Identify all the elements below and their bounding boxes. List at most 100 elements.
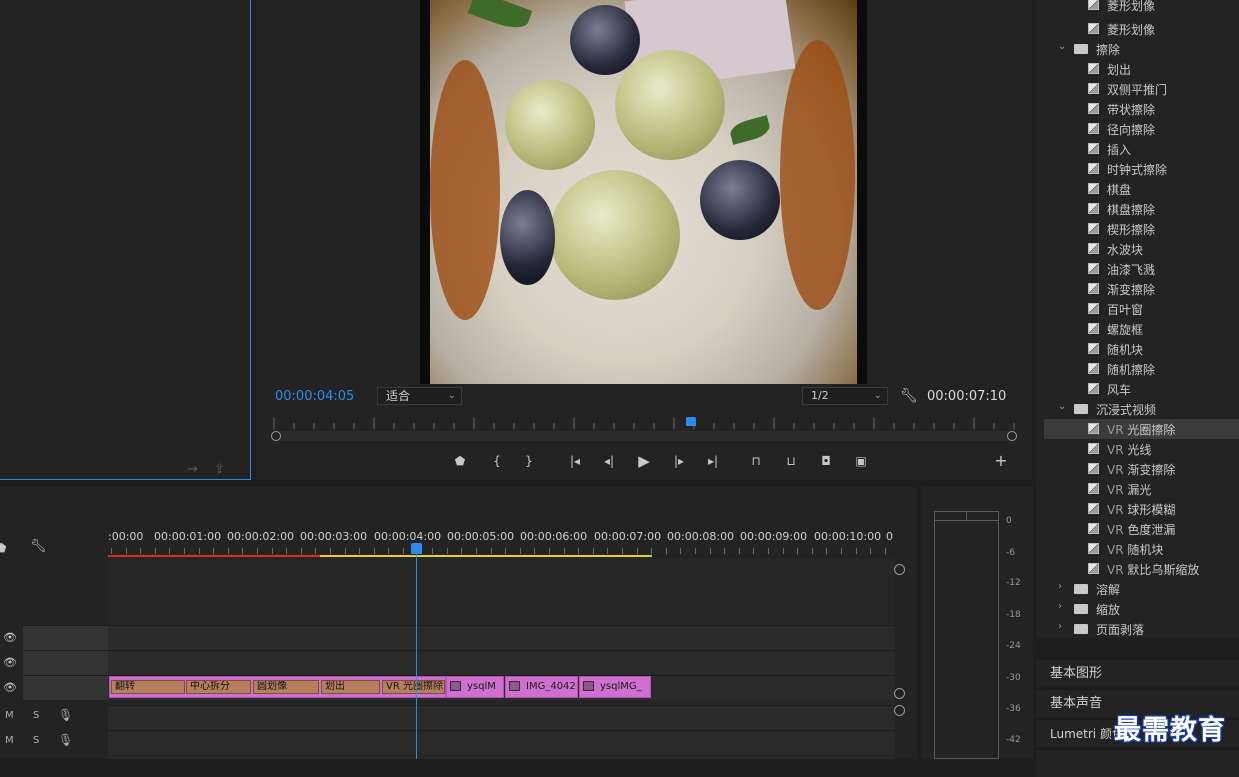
effect-item[interactable]: 插入: [1044, 139, 1239, 159]
effect-item[interactable]: 螺旋框: [1044, 319, 1239, 339]
microphone-icon[interactable]: 🎙︎: [58, 733, 73, 747]
eye-icon[interactable]: 👁︎: [3, 681, 17, 694]
chevron-right-icon[interactable]: ›: [1058, 621, 1062, 632]
mute-button[interactable]: M: [5, 735, 14, 746]
effect-item-vr[interactable]: VR 球形模糊: [1044, 499, 1239, 519]
folder-icon: [1074, 604, 1088, 614]
panel-basic-graphics[interactable]: 基本图形: [1036, 659, 1239, 687]
add-button[interactable]: +: [990, 452, 1012, 470]
mark-in-button[interactable]: {: [486, 452, 508, 470]
transition-clip[interactable]: 圆划像: [253, 680, 319, 694]
add-marker-button[interactable]: ⬟: [449, 452, 471, 470]
effect-item-vr[interactable]: VR 渐变擦除: [1044, 459, 1239, 479]
effect-item-vr[interactable]: VR 光线: [1044, 439, 1239, 459]
chevron-right-icon[interactable]: ›: [1058, 581, 1062, 592]
effect-item[interactable]: 双侧平推门: [1044, 79, 1239, 99]
effect-item[interactable]: 划出: [1044, 59, 1239, 79]
transition-clip[interactable]: 划出: [321, 680, 380, 694]
folder-collapsed[interactable]: › 溶解: [1044, 579, 1239, 599]
db-label: -36: [1006, 704, 1021, 714]
effect-label: 光圈擦除: [1127, 423, 1176, 437]
comparison-view-button[interactable]: ▣: [850, 452, 872, 470]
effect-item[interactable]: 随机块: [1044, 339, 1239, 359]
panel-next[interactable]: [1036, 749, 1239, 777]
effect-item[interactable]: 渐变擦除: [1044, 279, 1239, 299]
effect-item-vr[interactable]: VR 漏光: [1044, 479, 1239, 499]
step-forward-button[interactable]: |▸: [668, 452, 690, 470]
effect-item[interactable]: 带状擦除: [1044, 99, 1239, 119]
folder-collapsed[interactable]: › 页面剥落: [1044, 619, 1239, 639]
camera-icon[interactable]: ◘: [815, 452, 837, 470]
chevron-down-icon[interactable]: ⌄: [1058, 401, 1066, 412]
eye-icon[interactable]: 👁︎: [3, 656, 17, 669]
solo-button[interactable]: S: [33, 710, 39, 721]
monitor-time-ruler[interactable]: [268, 416, 1018, 430]
effect-item[interactable]: 径向擦除: [1044, 119, 1239, 139]
effect-item[interactable]: 时钟式擦除: [1044, 159, 1239, 179]
video-clip[interactable]: IMG_4042: [505, 676, 578, 698]
effect-item[interactable]: 随机擦除: [1044, 359, 1239, 379]
settings-wrench-icon[interactable]: 🔧︎: [900, 388, 918, 404]
folder-collapsed[interactable]: › 缩放: [1044, 599, 1239, 619]
effect-item-vr[interactable]: VR 随机块: [1044, 539, 1239, 559]
track-header-v3[interactable]: [23, 625, 108, 650]
resolution-select[interactable]: 1/2 ⌄: [802, 387, 888, 405]
scroll-handle[interactable]: [894, 688, 905, 699]
transition-clip[interactable]: 中心拆分: [186, 680, 251, 694]
scroll-start-handle[interactable]: [271, 431, 281, 441]
lift-button[interactable]: ⊓: [745, 452, 767, 470]
effect-item[interactable]: 棋盘擦除: [1044, 199, 1239, 219]
folder-immersive[interactable]: ⌄ 沉浸式视频: [1044, 399, 1239, 419]
effect-item-vr[interactable]: VR 光圈擦除: [1044, 419, 1239, 439]
effect-item[interactable]: 油漆飞溅: [1044, 259, 1239, 279]
solo-button[interactable]: S: [33, 735, 39, 746]
transition-clip[interactable]: 翻转: [111, 680, 185, 694]
effect-item[interactable]: 菱形划像: [1044, 19, 1239, 39]
timeline-vertical-scrollbar[interactable]: [894, 564, 906, 759]
timeline-playhead[interactable]: [411, 543, 422, 554]
track-header-v2[interactable]: [23, 650, 108, 675]
fit-select[interactable]: 适合 ⌄: [377, 387, 462, 405]
mark-out-button[interactable]: }: [518, 452, 540, 470]
effect-item-vr[interactable]: VR 色度泄漏: [1044, 519, 1239, 539]
timeline-ruler[interactable]: :00:00 00:00:01:00 00:00:02:00 00:00:03:00 0…: [108, 524, 895, 558]
track-v3[interactable]: [108, 625, 895, 650]
effect-label: 随机块: [1127, 543, 1164, 557]
track-header-v1[interactable]: [23, 675, 108, 700]
effect-item-vr[interactable]: VR 默比乌斯缩放: [1044, 559, 1239, 579]
track-a2[interactable]: [108, 730, 895, 755]
folder-wipe[interactable]: ⌄ 擦除: [1044, 39, 1239, 59]
track-a1[interactable]: [108, 705, 895, 730]
effect-item[interactable]: 百叶窗: [1044, 299, 1239, 319]
chevron-down-icon[interactable]: ⌄: [1058, 41, 1066, 52]
ruler-label: 00:00:10:00: [814, 530, 882, 543]
go-to-out-button[interactable]: ▸|: [702, 452, 724, 470]
play-button[interactable]: ▶: [633, 452, 655, 470]
microphone-icon[interactable]: 🎙︎: [58, 708, 73, 722]
extract-button[interactable]: ⊔: [780, 452, 802, 470]
scroll-handle[interactable]: [894, 564, 905, 575]
mute-button[interactable]: M: [5, 710, 14, 721]
scroll-end-handle[interactable]: [1007, 431, 1017, 441]
go-to-in-button[interactable]: |◂: [564, 452, 586, 470]
effect-item[interactable]: 菱形划像: [1044, 0, 1239, 15]
insert-icon[interactable]: ⇝: [187, 462, 198, 477]
wrench-icon[interactable]: 🔧︎: [30, 539, 47, 554]
export-icon[interactable]: ⇪: [214, 462, 225, 477]
video-clip[interactable]: ysqlM: [446, 676, 504, 698]
effect-item[interactable]: 棋盘: [1044, 179, 1239, 199]
effect-item[interactable]: 水波块: [1044, 239, 1239, 259]
transition-clip[interactable]: VR 光圈擦除: [382, 680, 445, 694]
marker-icon[interactable]: ⬟: [0, 541, 6, 555]
monitor-playhead[interactable]: [686, 417, 696, 426]
effect-item[interactable]: 楔形擦除: [1044, 219, 1239, 239]
monitor-scroll-bar[interactable]: [271, 431, 1017, 441]
track-v2[interactable]: [108, 650, 895, 675]
effect-item[interactable]: 风车: [1044, 379, 1239, 399]
video-clip[interactable]: ysqlMG_: [579, 676, 651, 698]
scroll-handle[interactable]: [894, 705, 905, 716]
chevron-right-icon[interactable]: ›: [1058, 601, 1062, 612]
eye-icon[interactable]: 👁︎: [3, 631, 17, 644]
step-back-button[interactable]: ◂|: [598, 452, 620, 470]
current-timecode[interactable]: 00:00:04:05: [275, 389, 354, 404]
